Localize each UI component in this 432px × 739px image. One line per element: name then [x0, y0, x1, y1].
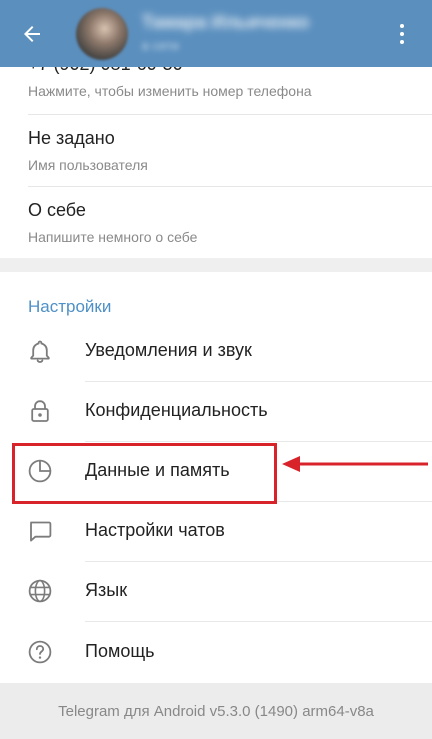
settings-item-label: Уведомления и звук — [85, 340, 252, 360]
settings-item-label: Язык — [85, 580, 128, 600]
globe-icon — [28, 579, 52, 603]
username-hint: Имя пользователя — [28, 157, 148, 173]
settings-item-label: Настройки чатов — [85, 520, 225, 540]
bio-row[interactable]: О себе Напишите немного о себе — [0, 200, 432, 245]
avatar[interactable] — [76, 8, 128, 60]
bio-hint: Напишите немного о себе — [28, 229, 198, 245]
arrow-left-icon — [24, 26, 40, 42]
arrow-left-annotation-icon — [282, 456, 428, 472]
divider — [28, 186, 432, 187]
back-button[interactable] — [14, 16, 50, 52]
chat-bubble-icon — [30, 521, 52, 542]
profile-status: в сети — [142, 38, 180, 53]
help-circle-icon — [28, 640, 52, 664]
username-row[interactable]: Не задано Имя пользователя — [0, 128, 432, 173]
settings-item-chat-settings[interactable]: Настройки чатов — [0, 501, 432, 561]
app-version: Telegram для Android v5.3.0 (1490) arm64… — [58, 703, 374, 720]
footer: Telegram для Android v5.3.0 (1490) arm64… — [0, 683, 432, 739]
settings-item-privacy[interactable]: Конфиденциальность — [0, 381, 432, 441]
settings-item-notifications[interactable]: Уведомления и звук — [0, 321, 432, 381]
settings-item-language[interactable]: Язык — [0, 561, 432, 621]
bio-value: О себе — [28, 200, 86, 220]
lock-icon — [31, 400, 49, 422]
telegram-settings-screen: Тамара Ильиченко в сети +7 (902) 081-60-… — [0, 0, 432, 739]
profile-name: Тамара Ильиченко — [142, 12, 310, 32]
top-bar: Тамара Ильиченко в сети — [0, 0, 432, 67]
settings-item-label: Помощь — [85, 641, 155, 661]
more-menu-button[interactable] — [386, 18, 418, 50]
highlight-box — [12, 443, 277, 504]
username-value: Не задано — [28, 128, 115, 148]
divider — [28, 114, 432, 115]
phone-hint: Нажмите, чтобы изменить номер телефона — [28, 83, 312, 99]
section-separator — [0, 258, 432, 272]
settings-item-help[interactable]: Помощь — [0, 622, 432, 682]
settings-item-label: Конфиденциальность — [85, 400, 268, 420]
settings-section-title: Настройки — [28, 297, 112, 316]
bell-icon — [30, 340, 50, 363]
more-vertical-icon — [400, 24, 404, 28]
